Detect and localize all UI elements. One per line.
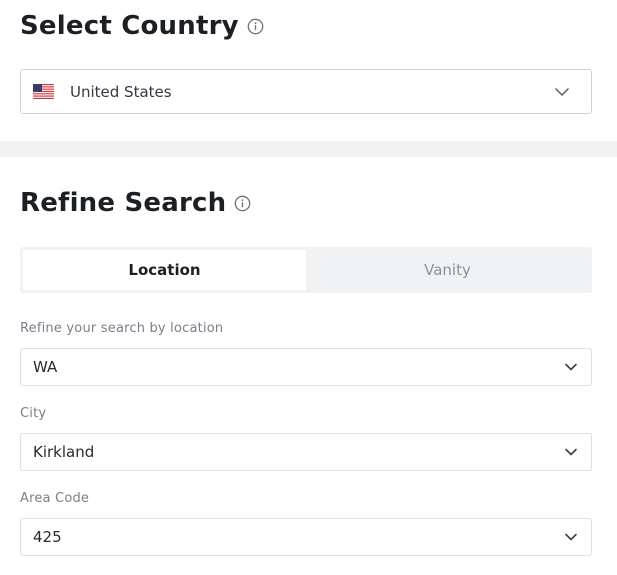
state-field-label: Refine your search by location: [20, 321, 224, 336]
city-select-value: Kirkland: [33, 443, 95, 461]
city-field-label: City: [20, 406, 47, 421]
area-code-select[interactable]: 425: [20, 518, 592, 556]
select-country-heading: Select Country: [20, 11, 264, 41]
search-mode-tabs: Location Vanity: [20, 247, 592, 293]
refine-search-heading: Refine Search: [20, 188, 251, 218]
info-icon[interactable]: [247, 18, 264, 35]
select-country-title: Select Country: [20, 11, 239, 41]
state-select-value: WA: [33, 358, 58, 376]
selected-country-label: United States: [70, 82, 172, 101]
chevron-down-icon: [565, 533, 577, 541]
chevron-down-icon: [565, 448, 577, 456]
section-divider: [0, 141, 617, 157]
area-code-field-label: Area Code: [20, 491, 90, 506]
info-icon[interactable]: [234, 195, 251, 212]
us-flag-icon: [33, 84, 54, 99]
tab-vanity[interactable]: Vanity: [306, 250, 589, 290]
state-select[interactable]: WA: [20, 348, 592, 386]
chevron-down-icon: [555, 87, 569, 96]
refine-search-title: Refine Search: [20, 188, 227, 218]
area-code-select-value: 425: [33, 528, 62, 546]
country-select[interactable]: United States: [20, 69, 592, 114]
chevron-down-icon: [565, 363, 577, 371]
tab-location[interactable]: Location: [23, 250, 306, 290]
city-select[interactable]: Kirkland: [20, 433, 592, 471]
